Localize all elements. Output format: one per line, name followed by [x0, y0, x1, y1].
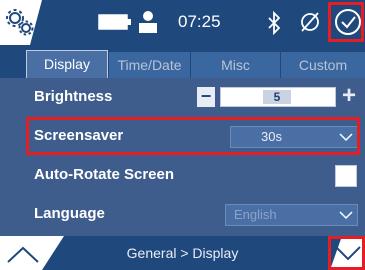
- screensaver-row: Screensaver 30s: [0, 117, 365, 156]
- user-icon: [139, 11, 157, 33]
- language-select[interactable]: English: [225, 204, 358, 226]
- brightness-increase-button[interactable]: +: [338, 84, 360, 108]
- language-row: Language English: [0, 195, 365, 234]
- screensaver-label: Screensaver: [34, 127, 124, 144]
- auto-rotate-row: Auto-Rotate Screen: [0, 156, 365, 195]
- device-screen: 07:25 Display Time/Date Misc Custom Brig…: [0, 0, 365, 270]
- brightness-decrease-button[interactable]: −: [197, 87, 215, 107]
- language-value: English: [234, 207, 277, 222]
- no-signal-icon: [301, 12, 319, 32]
- chevron-down-icon: [339, 133, 353, 142]
- bluetooth-icon: [268, 11, 281, 35]
- check-circle-icon[interactable]: [334, 8, 362, 36]
- battery-icon: [98, 14, 131, 30]
- chevron-down-icon[interactable]: [334, 243, 362, 263]
- chevron-down-icon: [339, 211, 353, 220]
- brightness-value: 5: [263, 90, 291, 104]
- screensaver-value: 30s: [261, 129, 282, 144]
- tab-display[interactable]: Display: [26, 50, 108, 78]
- status-bar: 07:25: [0, 0, 365, 45]
- brightness-field: 5: [220, 87, 336, 107]
- tab-misc[interactable]: Misc: [190, 52, 280, 78]
- language-label: Language: [34, 205, 105, 222]
- clock-time: 07:25: [178, 12, 221, 31]
- brightness-label: Brightness: [34, 88, 113, 105]
- settings-panel: Brightness − 5 + Screensaver 30s Auto-Ro…: [0, 78, 365, 236]
- auto-rotate-label: Auto-Rotate Screen: [34, 166, 175, 183]
- bottom-nav: General > Display: [0, 236, 365, 270]
- screensaver-select[interactable]: 30s: [230, 126, 358, 148]
- brightness-row: Brightness − 5 +: [0, 78, 365, 117]
- breadcrumb: General > Display: [126, 245, 239, 261]
- tab-time-date[interactable]: Time/Date: [108, 52, 190, 78]
- auto-rotate-checkbox[interactable]: [335, 165, 357, 187]
- tab-bar: Display Time/Date Misc Custom: [0, 45, 365, 78]
- tab-custom[interactable]: Custom: [280, 52, 365, 78]
- gears-icon[interactable]: [4, 6, 36, 38]
